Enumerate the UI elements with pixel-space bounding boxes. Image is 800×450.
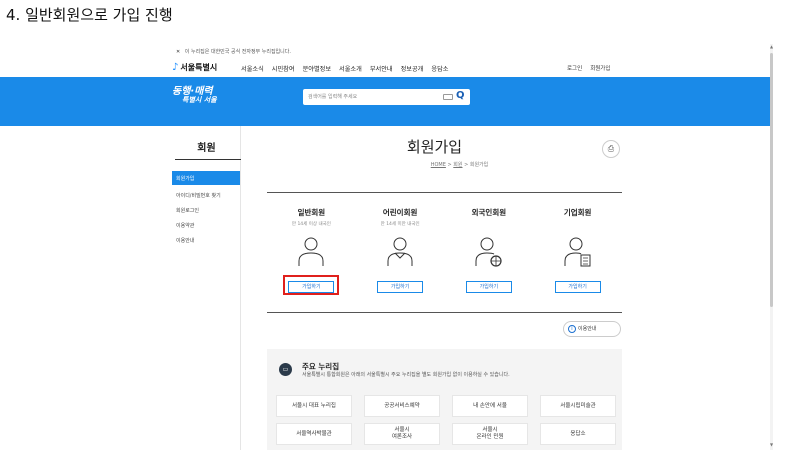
print-button[interactable]: ⎙ xyxy=(602,140,620,158)
portal-link[interactable]: 서울시 대표 누리집 xyxy=(276,395,352,417)
info-icon: i xyxy=(568,325,576,333)
portal-link[interactable]: 공공서비스예약 xyxy=(364,395,440,417)
content-area: 회원 회원가입 아이디/비밀번호 찾기 회원로그인 이용약관 이용안내 회원가입… xyxy=(0,126,770,450)
card-foreigner: 외국인회원 가입하기 xyxy=(445,193,534,312)
menu-item-participation[interactable]: 시민참여 xyxy=(272,64,295,73)
menu-item-news[interactable]: 서울소식 xyxy=(241,64,264,73)
portal-link[interactable]: 서울시 여론조사 xyxy=(364,423,440,445)
search-banner: 동행·매력 특별시 서울 검색어를 입력해 주세요 Q xyxy=(0,77,770,126)
sidebar-item-guide[interactable]: 이용안내 xyxy=(176,237,194,244)
sidebar-item-find-id[interactable]: 아이디/비밀번호 찾기 xyxy=(176,192,221,199)
menu-item-departments[interactable]: 부서안내 xyxy=(370,64,393,73)
card-title: 외국인회원 xyxy=(471,208,507,217)
card-general: 일반회원 만 14세 이상 내국인 가입하기 xyxy=(267,193,356,312)
gov-notice-text: 이 누리집은 대한민국 공식 전자정부 누리집입니다. xyxy=(184,49,291,55)
join-foreigner-button[interactable]: 가입하기 xyxy=(465,281,512,293)
card-business: 기업회원 가입하기 xyxy=(533,193,622,312)
portal-icon: ▭ xyxy=(279,363,292,376)
card-title: 기업회원 xyxy=(563,208,592,217)
seoul-logo-icon: ♪ xyxy=(172,62,179,73)
portal-links: 서울시 대표 누리집 공공서비스예약 내 손안에 서울 서울시립미술관 서울역사… xyxy=(276,395,616,445)
search-icon[interactable]: Q xyxy=(456,90,465,101)
breadcrumb-home[interactable]: HOME xyxy=(431,162,446,168)
join-business-button[interactable]: 가입하기 xyxy=(554,281,601,293)
gov-notice-bar: ✕ 이 누리집은 대한민국 공식 전자정부 누리집입니다. xyxy=(176,48,291,55)
person-building-icon xyxy=(533,235,622,267)
portal-link[interactable]: 서울시 온라인 민원 xyxy=(452,423,528,445)
member-type-cards: 일반회원 만 14세 이상 내국인 가입하기 어린이회원 만 14세 미만 내국… xyxy=(267,192,622,313)
search-placeholder: 검색어를 입력해 주세요 xyxy=(308,94,358,100)
breadcrumb-member[interactable]: 회원 xyxy=(453,162,462,168)
portal-link[interactable]: 서울역사박물관 xyxy=(276,423,352,445)
card-title: 일반회원 xyxy=(297,208,326,217)
sidebar-item-login[interactable]: 회원로그인 xyxy=(176,207,199,214)
page-title: 회원가입 xyxy=(406,138,463,156)
scroll-down-icon[interactable]: ▼ xyxy=(770,442,773,447)
menu-item-about[interactable]: 서울소개 xyxy=(339,64,362,73)
portal-description: 서울특별시 통합회원은 아래의 서울특별시 주요 누리집을 별도 회원가입 없이… xyxy=(302,372,510,378)
scroll-up-icon[interactable]: ▲ xyxy=(770,44,773,49)
browser-page: ✕ 이 누리집은 대한민국 공식 전자정부 누리집입니다. ♪ 서울특별시 서울소… xyxy=(0,44,770,450)
portal-link[interactable]: 응답소 xyxy=(540,423,616,445)
card-title: 어린이회원 xyxy=(382,208,418,217)
person-icon xyxy=(267,235,356,267)
card-child: 어린이회원 만 14세 미만 내국인 가입하기 xyxy=(356,193,445,312)
logo-text: 서울특별시 xyxy=(180,63,218,72)
card-subtitle: 만 14세 미만 내국인 xyxy=(380,222,420,227)
portal-section: ▭ 주요 누리집 서울특별시 통합회원은 아래의 서울특별시 주요 누리집을 별… xyxy=(267,349,622,450)
breadcrumb: HOME > 회원 > 회원가입 xyxy=(430,162,489,168)
seoul-logo[interactable]: ♪ 서울특별시 xyxy=(172,62,217,73)
user-menu: 로그인 회원가입 xyxy=(567,64,610,72)
main-menu: 서울소식 시민참여 분야별정보 서울소개 부서안내 정보공개 응답소 xyxy=(241,64,448,73)
slogan-logo: 동행·매력 특별시 서울 xyxy=(172,87,217,105)
join-child-button[interactable]: 가입하기 xyxy=(377,281,424,293)
sidebar-item-signup[interactable]: 회원가입 xyxy=(172,171,240,185)
slogan-line1: 동행·매력 xyxy=(172,86,213,97)
signup-link[interactable]: 회원가입 xyxy=(590,64,610,72)
vertical-scrollbar[interactable]: ▲ ▼ xyxy=(770,44,800,450)
guide-label: 이용안내 xyxy=(578,326,597,332)
flag-icon: ✕ xyxy=(176,49,181,55)
sidebar-title: 회원 xyxy=(197,143,216,154)
child-icon xyxy=(356,235,445,267)
print-icon: ⎙ xyxy=(607,144,615,153)
highlight-box xyxy=(283,275,339,295)
scroll-thumb[interactable] xyxy=(770,53,773,307)
breadcrumb-current: 회원가입 xyxy=(469,162,489,168)
search-input[interactable]: 검색어를 입력해 주세요 Q xyxy=(303,89,470,105)
menu-item-response[interactable]: 응답소 xyxy=(431,64,448,73)
sidebar: 회원 회원가입 아이디/비밀번호 찾기 회원로그인 이용약관 이용안내 xyxy=(172,126,241,450)
sidebar-item-terms[interactable]: 이용약관 xyxy=(176,222,194,229)
portal-link[interactable]: 내 손안에 서울 xyxy=(452,395,528,417)
caption-title: 4. 일반회원으로 가입 진행 xyxy=(6,6,173,24)
menu-item-info[interactable]: 분야별정보 xyxy=(303,64,331,73)
login-link[interactable]: 로그인 xyxy=(567,64,582,72)
menu-item-disclosure[interactable]: 정보공개 xyxy=(401,64,424,73)
card-subtitle: 만 14세 이상 내국인 xyxy=(291,222,331,227)
slogan-line2: 특별시 서울 xyxy=(182,96,217,104)
keyboard-icon[interactable] xyxy=(443,94,453,100)
main-content: 회원가입 ⎙ HOME > 회원 > 회원가입 일반회원 만 14세 이상 내국… xyxy=(242,126,642,450)
sidebar-divider xyxy=(175,159,241,160)
usage-guide-button[interactable]: i 이용안내 xyxy=(563,321,621,337)
portal-link[interactable]: 서울시립미술관 xyxy=(540,395,616,417)
person-globe-icon xyxy=(445,235,534,267)
